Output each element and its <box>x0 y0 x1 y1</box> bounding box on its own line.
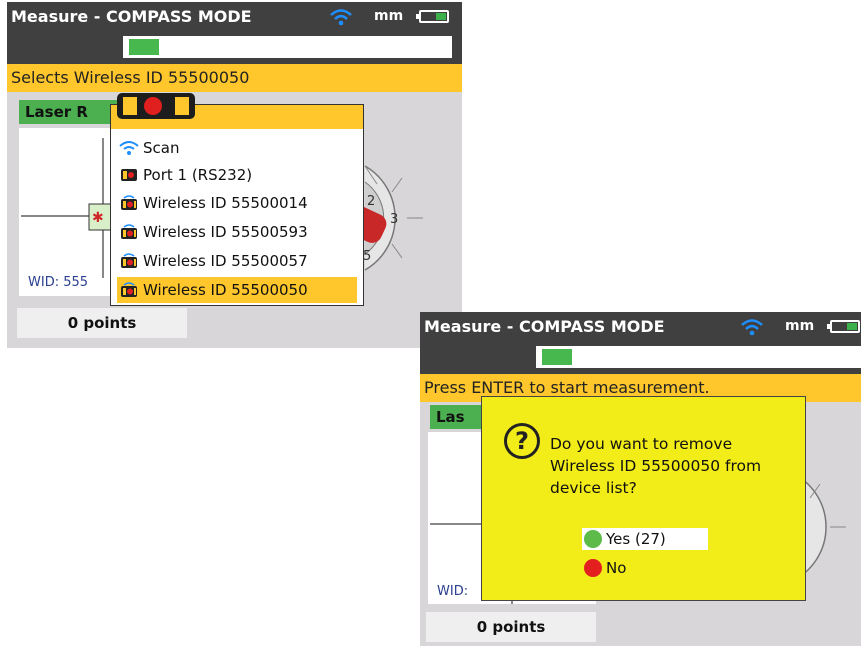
title-bar: Measure - COMPASS MODE mm <box>420 312 861 342</box>
points-counter: 0 points <box>17 308 187 338</box>
dropdown-item-port1[interactable]: Port 1 (RS232) <box>117 162 357 188</box>
page-title: Measure - COMPASS MODE <box>11 7 252 26</box>
unit-label: mm <box>374 8 404 24</box>
green-dot-icon <box>584 530 602 548</box>
svg-text:✱: ✱ <box>92 210 104 226</box>
remove-device-dialog: ? Do you want to remove Wireless ID 5550… <box>481 396 806 601</box>
dropdown-item-wireless-55500014[interactable]: Wireless ID 55500014 <box>117 190 357 216</box>
progress-bar <box>536 346 861 368</box>
yes-option[interactable]: Yes (27) <box>582 528 708 550</box>
status-text: Press ENTER to start measurement. <box>424 378 710 397</box>
status-bar: Selects Wireless ID 55500050 <box>7 64 462 92</box>
points-counter: 0 points <box>426 612 596 642</box>
progress-row <box>7 32 462 64</box>
wireless-id-label: WID: 555 <box>28 275 89 290</box>
compass-label-3: 3 <box>390 212 398 227</box>
page-title: Measure - COMPASS MODE <box>424 317 665 336</box>
wireless-id-label: WID: <box>437 584 469 599</box>
sensor-port-icon <box>121 169 137 181</box>
sensor-icon <box>117 93 195 119</box>
question-icon: ? <box>504 423 540 459</box>
battery-icon <box>827 320 860 333</box>
battery-icon <box>416 10 449 23</box>
device-dropdown[interactable]: Scan Port 1 (RS232) Wireless ID 55500014… <box>110 93 364 306</box>
dropdown-item-wireless-55500057[interactable]: Wireless ID 55500057 <box>117 248 357 274</box>
wireless-sensor-icon <box>121 224 137 239</box>
title-bar: Measure - COMPASS MODE mm <box>7 2 462 32</box>
progress-bar <box>123 36 452 58</box>
dropdown-item-scan[interactable]: Scan <box>117 135 357 161</box>
wifi-icon <box>741 319 763 336</box>
compass-label-2: 2 <box>367 194 375 209</box>
progress-row <box>420 342 861 374</box>
unit-label: mm <box>785 318 815 334</box>
laser-label: Las <box>430 405 482 429</box>
dropdown-item-wireless-55500050[interactable]: Wireless ID 55500050 <box>117 277 357 303</box>
dialog-message: Do you want to remove Wireless ID 555000… <box>550 435 762 497</box>
wireless-sensor-icon <box>121 195 137 210</box>
wifi-icon <box>330 9 352 26</box>
red-dot-icon <box>584 559 602 577</box>
wireless-sensor-icon <box>121 253 137 268</box>
wireless-sensor-icon <box>121 282 137 297</box>
laser-label: Laser R <box>19 100 119 124</box>
wifi-icon <box>119 141 139 155</box>
compass-label-5: 5 <box>363 249 371 264</box>
dropdown-item-wireless-55500593[interactable]: Wireless ID 55500593 <box>117 219 357 245</box>
status-text: Selects Wireless ID 55500050 <box>11 68 250 87</box>
